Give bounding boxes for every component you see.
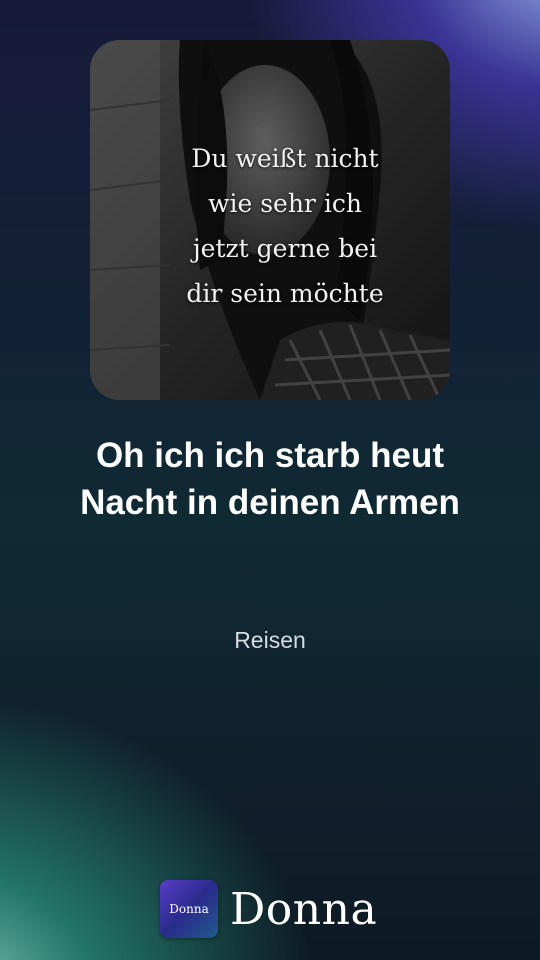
brand-icon-text: Donna	[169, 902, 209, 916]
brand-footer: Donna Donna	[160, 880, 377, 938]
song-title-line: Nacht in deinen Armen	[80, 483, 460, 522]
song-title-line: Oh ich ich starb heut	[95, 436, 445, 475]
brand-name: Donna	[230, 883, 378, 935]
cover-quote-line: jetzt gerne bei	[192, 234, 378, 263]
cover-quote-line: Du weißt nicht	[191, 144, 379, 173]
cover-quote-line: dir sein möchte	[186, 279, 384, 308]
song-subtitle: Reisen	[234, 627, 306, 653]
cover-quote-line: wie sehr ich	[208, 189, 362, 218]
song-title: Oh ich ich starb heut Nacht in deinen Ar…	[20, 432, 520, 526]
brand-logo-icon: Donna	[160, 880, 218, 938]
cover-art: Du weißt nicht wie sehr ich jetzt gerne …	[90, 40, 450, 400]
cover-quote: Du weißt nicht wie sehr ich jetzt gerne …	[90, 136, 450, 316]
